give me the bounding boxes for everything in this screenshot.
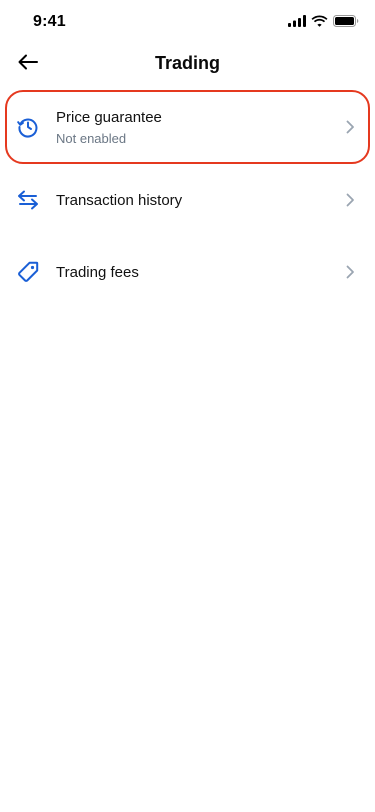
header: Trading bbox=[0, 44, 375, 84]
menu-item-price-guarantee[interactable]: Price guarantee Not enabled bbox=[5, 90, 370, 164]
menu-item-label: Price guarantee bbox=[56, 108, 162, 126]
menu-item-transaction-history[interactable]: Transaction history bbox=[0, 164, 375, 236]
trading-menu: Price guarantee Not enabled Transaction … bbox=[0, 90, 375, 308]
tag-icon bbox=[16, 260, 40, 284]
menu-item-sublabel: Not enabled bbox=[56, 130, 127, 146]
swap-arrows-icon bbox=[16, 188, 40, 212]
menu-item-label: Transaction history bbox=[56, 191, 183, 209]
clock-refresh-icon bbox=[16, 115, 40, 139]
menu-item-text: Trading fees bbox=[56, 264, 139, 281]
menu-item-text: Transaction history bbox=[56, 192, 182, 209]
battery-icon bbox=[333, 15, 359, 27]
status-time: 9:41 bbox=[33, 13, 66, 30]
menu-item-trading-fees[interactable]: Trading fees bbox=[0, 236, 375, 308]
page-title: Trading bbox=[154, 53, 220, 73]
wifi-icon bbox=[311, 15, 328, 27]
chevron-right-icon bbox=[343, 193, 357, 207]
menu-item-text: Price guarantee Not enabled bbox=[56, 109, 162, 146]
status-icons bbox=[288, 15, 359, 27]
chevron-right-icon bbox=[343, 265, 357, 279]
status-bar: 9:41 bbox=[0, 0, 375, 44]
menu-item-label: Trading fees bbox=[56, 263, 139, 281]
chevron-right-icon bbox=[343, 120, 357, 134]
cellular-signal-icon bbox=[288, 15, 306, 27]
